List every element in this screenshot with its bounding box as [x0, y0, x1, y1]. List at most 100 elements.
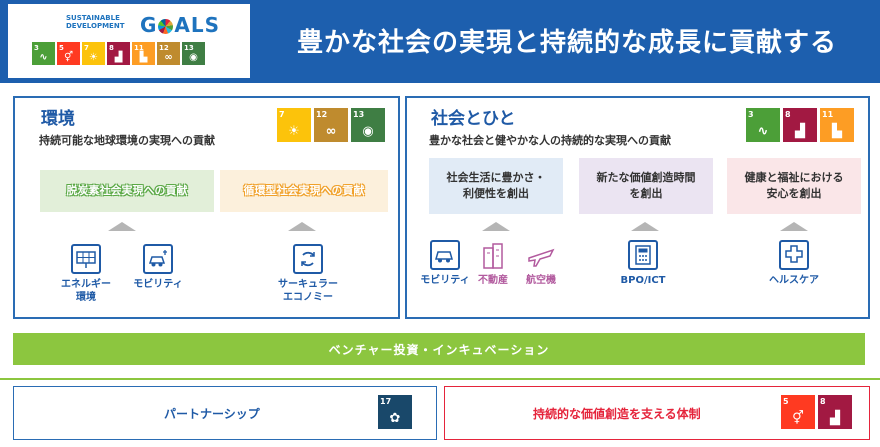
sdg-goal-number: 11: [134, 44, 144, 52]
sdg-goal-tile: 11 ▙: [820, 108, 854, 142]
bottom-separator: [0, 378, 880, 380]
sector-label: 不動産: [478, 275, 508, 286]
sector-label: モビリティ: [133, 279, 183, 290]
sdg-logo: SUSTAINABLE DEVELOPMENT G ALS 3 ∿ 5 ⚥ 7 ☀ 8 ▟ 11 ▙…: [8, 4, 250, 78]
medical-cross-icon: [779, 240, 809, 270]
sector-energy: エネルギー 環境: [51, 244, 121, 304]
gender-icon: ⚥: [63, 52, 74, 63]
airplane-icon: [526, 240, 556, 270]
support-structure-label: 持続的な価値創造を支える体制: [533, 406, 701, 421]
sdg-goal-tile: 12 ∞: [157, 42, 180, 65]
sdg-goal-tile: 11 ▙: [132, 42, 155, 65]
environment-goals: 7 ☀ 12 ∞ 13 ◉: [277, 108, 385, 142]
header: SUSTAINABLE DEVELOPMENT G ALS 3 ∿ 5 ⚥ 7 ☀ 8 ▟ 11 ▙…: [0, 0, 880, 83]
venture-investment-bar: ベンチャー投資・インキュベーション: [13, 333, 865, 365]
sdg-goal-number: 13: [353, 110, 365, 119]
infinity-icon: ∞: [164, 52, 173, 63]
sdg-goal-tile: 5 ⚥: [781, 395, 815, 429]
arrow-up: [482, 222, 510, 231]
city-icon: ▙: [832, 124, 842, 139]
sdg-goal-number: 8: [109, 44, 114, 52]
header-sdg-tiles: 3 ∿ 5 ⚥ 7 ☀ 8 ▟ 11 ▙ 12 ∞ 13 ◉: [32, 42, 205, 65]
environment-subtitle: 持続可能な地球環境の実現への貢献: [39, 134, 215, 147]
eye-globe-icon: ◉: [189, 52, 198, 63]
sector-label: ヘルスケア: [769, 275, 819, 286]
sdg-goal-tile: 13 ◉: [351, 108, 385, 142]
sector-aircraft: 航空機: [517, 240, 565, 287]
sector-label: 航空機: [526, 275, 556, 286]
arrow-up: [288, 222, 316, 231]
page-title: 豊かな社会の実現と持続的な成長に貢献する: [296, 28, 837, 58]
sdg-goal-tile: 5 ⚥: [57, 42, 80, 65]
society-title: 社会とひと: [431, 109, 516, 129]
sdg-goal-number: 11: [822, 110, 834, 119]
sdg-goal-number: 7: [279, 110, 285, 119]
sector-label: BPO/ICT: [620, 275, 666, 286]
sector-label: サーキュラー エコノミー: [278, 279, 338, 303]
sector-label: エネルギー 環境: [61, 279, 111, 303]
calculator-icon: [628, 240, 658, 270]
sdg-goal-tile: 8 ▟: [783, 108, 817, 142]
environment-panel: 環境 持続可能な地球環境の実現への貢献 7 ☀ 12 ∞ 13 ◉ 脱炭素社会実現への貢献…: [13, 96, 400, 319]
building-icon: [478, 240, 508, 270]
sdg-goal-number: 8: [820, 397, 826, 406]
sun-icon: ☀: [288, 124, 300, 139]
sdg-wheel-icon: [158, 19, 174, 34]
sdg-goal-number: 17: [380, 397, 392, 406]
sector-circular-economy: サーキュラー エコノミー: [271, 244, 345, 304]
infinity-icon: ∞: [325, 124, 337, 139]
arrow-up: [631, 222, 659, 231]
sdg-goal-number: 13: [184, 44, 194, 52]
heartbeat-icon: ∿: [39, 52, 48, 63]
car-icon: [430, 240, 460, 270]
sdg-goal-number: 8: [785, 110, 791, 119]
value-creation-box: 新たな価値創造時間 を創出: [579, 158, 713, 214]
sdg-goal-number: 3: [748, 110, 754, 119]
sdg-goal-tile: 7 ☀: [277, 108, 311, 142]
gender-icon: ⚥: [792, 411, 804, 426]
sector-real-estate: 不動産: [469, 240, 517, 287]
sdg-goal-number: 12: [316, 110, 328, 119]
partnership-box: パートナーシップ 17 ✿: [13, 386, 437, 440]
sdg-goal-number: 3: [34, 44, 39, 52]
society-subtitle: 豊かな社会と健やかな人の持続的な実現への貢献: [429, 134, 671, 147]
society-panel: 社会とひと 豊かな社会と健やかな人の持続的な実現への貢献 3 ∿ 8 ▟ 11 ▙ 社会生…: [405, 96, 870, 319]
city-icon: ▙: [139, 52, 148, 63]
sdg-goal-number: 7: [84, 44, 89, 52]
society-goals: 3 ∿ 8 ▟ 11 ▙: [746, 108, 854, 142]
growth-chart-icon: ▟: [795, 124, 805, 139]
sdg-goal-tile: 8 ▟: [818, 395, 852, 429]
sdg-goal-tile: 17 ✿: [378, 395, 412, 429]
sdg-logo-text: SUSTAINABLE DEVELOPMENT: [66, 14, 125, 30]
car-charging-icon: [143, 244, 173, 274]
support-structure-goals: 5 ⚥ 8 ▟: [781, 395, 852, 429]
sdg-goal-tile: 12 ∞: [314, 108, 348, 142]
heartbeat-icon: ∿: [757, 124, 769, 139]
sdg-goal-tile: 3 ∿: [32, 42, 55, 65]
sector-healthcare: ヘルスケア: [761, 240, 827, 287]
health-welfare-box: 健康と福祉における 安心を創出: [727, 158, 861, 214]
sector-mobility: モビリティ: [123, 244, 193, 291]
growth-chart-icon: ▟: [114, 52, 123, 63]
environment-title: 環境: [41, 109, 75, 129]
sector-label: モビリティ: [420, 275, 470, 286]
arrow-up: [108, 222, 136, 231]
sdg-goal-number: 5: [783, 397, 789, 406]
sun-icon: ☀: [89, 52, 98, 63]
sdg-logo-goals: G ALS: [140, 13, 221, 37]
solar-panel-icon: [71, 244, 101, 274]
partnership-goals: 17 ✿: [378, 395, 412, 429]
partnership-label: パートナーシップ: [164, 406, 260, 421]
sector-mobility: モビリティ: [415, 240, 475, 287]
arrow-up: [780, 222, 808, 231]
growth-chart-icon: ▟: [830, 411, 840, 426]
sdg-goal-tile: 3 ∿: [746, 108, 780, 142]
circular-economy-box: 循環型社会実現への貢献: [220, 170, 388, 212]
sdg-goal-number: 5: [59, 44, 64, 52]
sdg-goal-number: 12: [159, 44, 169, 52]
partnership-flower-icon: ✿: [389, 411, 401, 426]
sdg-goal-tile: 13 ◉: [182, 42, 205, 65]
decarbonization-box: 脱炭素社会実現への貢献: [40, 170, 214, 212]
sdg-goal-tile: 7 ☀: [82, 42, 105, 65]
sector-bpo-ict: BPO/ICT: [613, 240, 673, 287]
